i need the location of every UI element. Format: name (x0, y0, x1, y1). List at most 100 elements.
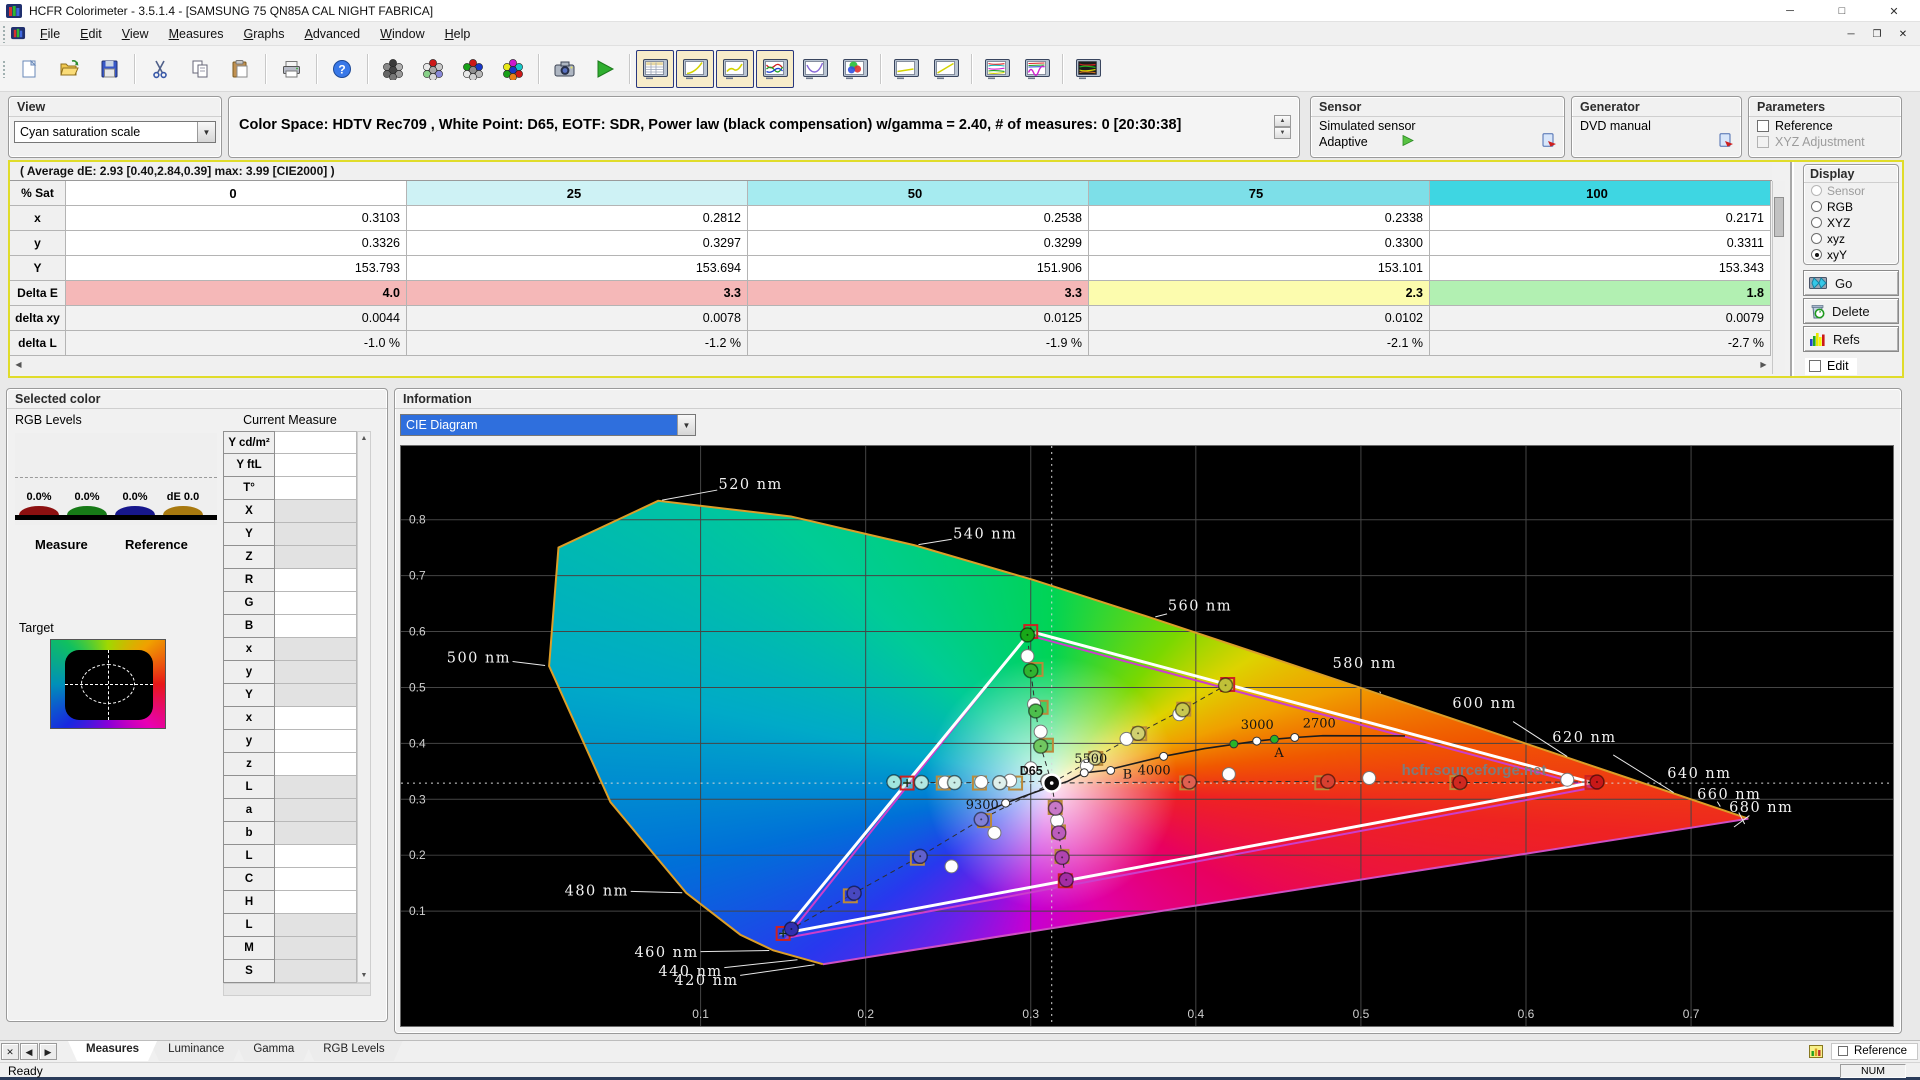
current-measure-row-label: B (223, 615, 275, 638)
spinner-up-button[interactable]: ▲ (1274, 115, 1291, 127)
tab-luminance[interactable]: Luminance (150, 1041, 242, 1061)
view-selector-dropdown[interactable]: Cyan saturation scale ▼ (14, 121, 216, 143)
view-luminance-button[interactable] (676, 50, 714, 88)
next-tab-button[interactable]: ▶ (39, 1043, 57, 1060)
current-measure-hscrollbar[interactable] (223, 983, 371, 996)
mdi-minimize-button[interactable]: ─ (1840, 25, 1862, 43)
radio-xyz[interactable] (1811, 217, 1822, 228)
previous-tab-button[interactable]: ◀ (20, 1043, 38, 1060)
help-about-button[interactable]: ? (323, 50, 361, 88)
window-maximize-button[interactable]: □ (1816, 0, 1868, 22)
current-measure-row-label: L (223, 776, 275, 799)
run-measures-button[interactable] (585, 50, 623, 88)
sensor-config-button[interactable] (1542, 133, 1558, 153)
go-button[interactable]: Go (1803, 270, 1899, 296)
reference-status-checkbox[interactable]: Reference (1831, 1043, 1918, 1060)
mdi-close-button[interactable]: ✕ (1892, 25, 1914, 43)
display-option-rgb[interactable]: RGB (1804, 199, 1898, 215)
menu-item-help[interactable]: Help (435, 24, 481, 44)
rgb-levels-label: RGB Levels (15, 413, 82, 427)
scroll-right-icon[interactable]: ▶ (1756, 358, 1771, 372)
delete-button[interactable]: Delete (1803, 298, 1899, 324)
open-file-button[interactable] (50, 50, 88, 88)
view-color-levels-button[interactable] (978, 50, 1016, 88)
measure-grayscale-button[interactable] (374, 50, 412, 88)
chevron-down-icon[interactable]: ▼ (677, 415, 695, 435)
tab-gamma[interactable]: Gamma (235, 1041, 312, 1061)
reference-checkbox[interactable]: Reference (1749, 117, 1901, 133)
tab-rgb-levels[interactable]: RGB Levels (305, 1041, 402, 1061)
information-view-dropdown[interactable]: CIE Diagram ▼ (400, 414, 696, 436)
window-close-button[interactable]: ✕ (1868, 0, 1920, 22)
generator-name: DVD manual (1572, 117, 1741, 133)
display-option-xyz[interactable]: XYZ (1804, 215, 1898, 231)
tab-measures[interactable]: Measures (68, 1041, 157, 1061)
menu-item-graphs[interactable]: Graphs (234, 24, 295, 44)
toolbar-separator (538, 54, 539, 84)
view-luma-curve-button[interactable] (887, 50, 925, 88)
target-color-patch (50, 639, 166, 729)
menu-item-edit[interactable]: Edit (70, 24, 112, 44)
scroll-up-icon[interactable]: ▲ (358, 432, 370, 445)
menu-item-view[interactable]: View (112, 24, 159, 44)
spinner-down-button[interactable]: ▼ (1274, 127, 1291, 139)
measure-value-cell: 0.2538 (748, 206, 1089, 231)
cut-button[interactable] (141, 50, 179, 88)
current-measure-vscrollbar[interactable]: ▲ ▼ (357, 431, 371, 983)
mon-grid-icon (642, 58, 669, 80)
edit-checkbox[interactable]: Edit (1805, 358, 1857, 375)
menu-item-file[interactable]: File (30, 24, 70, 44)
new-document-button[interactable] (10, 50, 48, 88)
display-option-xyz[interactable]: xyz (1804, 231, 1898, 247)
reference-checkbox-box[interactable] (1757, 120, 1769, 132)
svg-text:500 nm: 500 nm (447, 650, 511, 666)
refs-button[interactable]: Refs (1803, 326, 1899, 352)
radio-xyz[interactable] (1811, 233, 1822, 244)
measures-table-vscrollbar[interactable] (1772, 181, 1785, 374)
parameters-panel-title: Parameters (1749, 97, 1901, 117)
capture-button[interactable] (545, 50, 583, 88)
view-gamma-curve-button[interactable] (927, 50, 965, 88)
current-measure-row-value (275, 753, 357, 776)
rgb-levels-chart: 0.0% 0.0% 0.0% dE 0.0 (15, 433, 217, 525)
current-measure-row-label: Y (223, 523, 275, 546)
mdi-restore-button[interactable]: ❐ (1866, 25, 1888, 43)
chevron-down-icon[interactable]: ▼ (197, 122, 215, 142)
measure-secondaries-button[interactable] (454, 50, 492, 88)
vscroll-thumb[interactable] (1774, 197, 1784, 237)
radio-rgb[interactable] (1811, 201, 1822, 212)
menu-item-advanced[interactable]: Advanced (295, 24, 371, 44)
view-cie-diagram-button[interactable] (836, 50, 874, 88)
cie-diagram-chart[interactable]: 0.10.20.30.40.50.60.70.10.20.30.40.50.60… (400, 445, 1894, 1027)
save-file-button[interactable] (90, 50, 128, 88)
print-button[interactable] (272, 50, 310, 88)
view-gamma-button[interactable] (716, 50, 754, 88)
radio-sensor (1811, 185, 1822, 196)
close-view-button[interactable]: ✕ (1, 1043, 19, 1060)
menu-item-window[interactable]: Window (370, 24, 434, 44)
copy-button[interactable] (181, 50, 219, 88)
view-rgb-levels-button[interactable] (756, 50, 794, 88)
current-measure-row-value (275, 523, 357, 546)
radio-xyy[interactable] (1811, 249, 1822, 260)
display-option-xyy[interactable]: xyY (1804, 247, 1898, 263)
measures-table-hscrollbar[interactable]: ◀ ▶ (10, 356, 1772, 374)
menu-item-measures[interactable]: Measures (159, 24, 234, 44)
sensor-panel: Sensor Simulated sensor Adaptive (1310, 96, 1565, 158)
svg-text:0.3: 0.3 (409, 792, 426, 806)
view-color-temp-button[interactable] (1018, 50, 1056, 88)
generator-config-button[interactable] (1719, 133, 1735, 153)
measure-value-cell: 3.3 (407, 281, 748, 306)
view-measures-grid-button[interactable] (636, 50, 674, 88)
window-minimize-button[interactable]: ─ (1764, 0, 1816, 22)
measure-primaries-button[interactable] (414, 50, 452, 88)
sensor-run-icon[interactable] (1402, 135, 1414, 149)
scroll-down-icon[interactable]: ▼ (358, 969, 370, 982)
view-free-measures-button[interactable] (1069, 50, 1107, 88)
edit-checkbox-box[interactable] (1809, 360, 1821, 372)
paste-button[interactable] (221, 50, 259, 88)
view-histogram-button[interactable] (796, 50, 834, 88)
measure-all-colors-button[interactable] (494, 50, 532, 88)
reference-status-box[interactable] (1838, 1046, 1848, 1056)
scroll-left-icon[interactable]: ◀ (11, 358, 26, 372)
